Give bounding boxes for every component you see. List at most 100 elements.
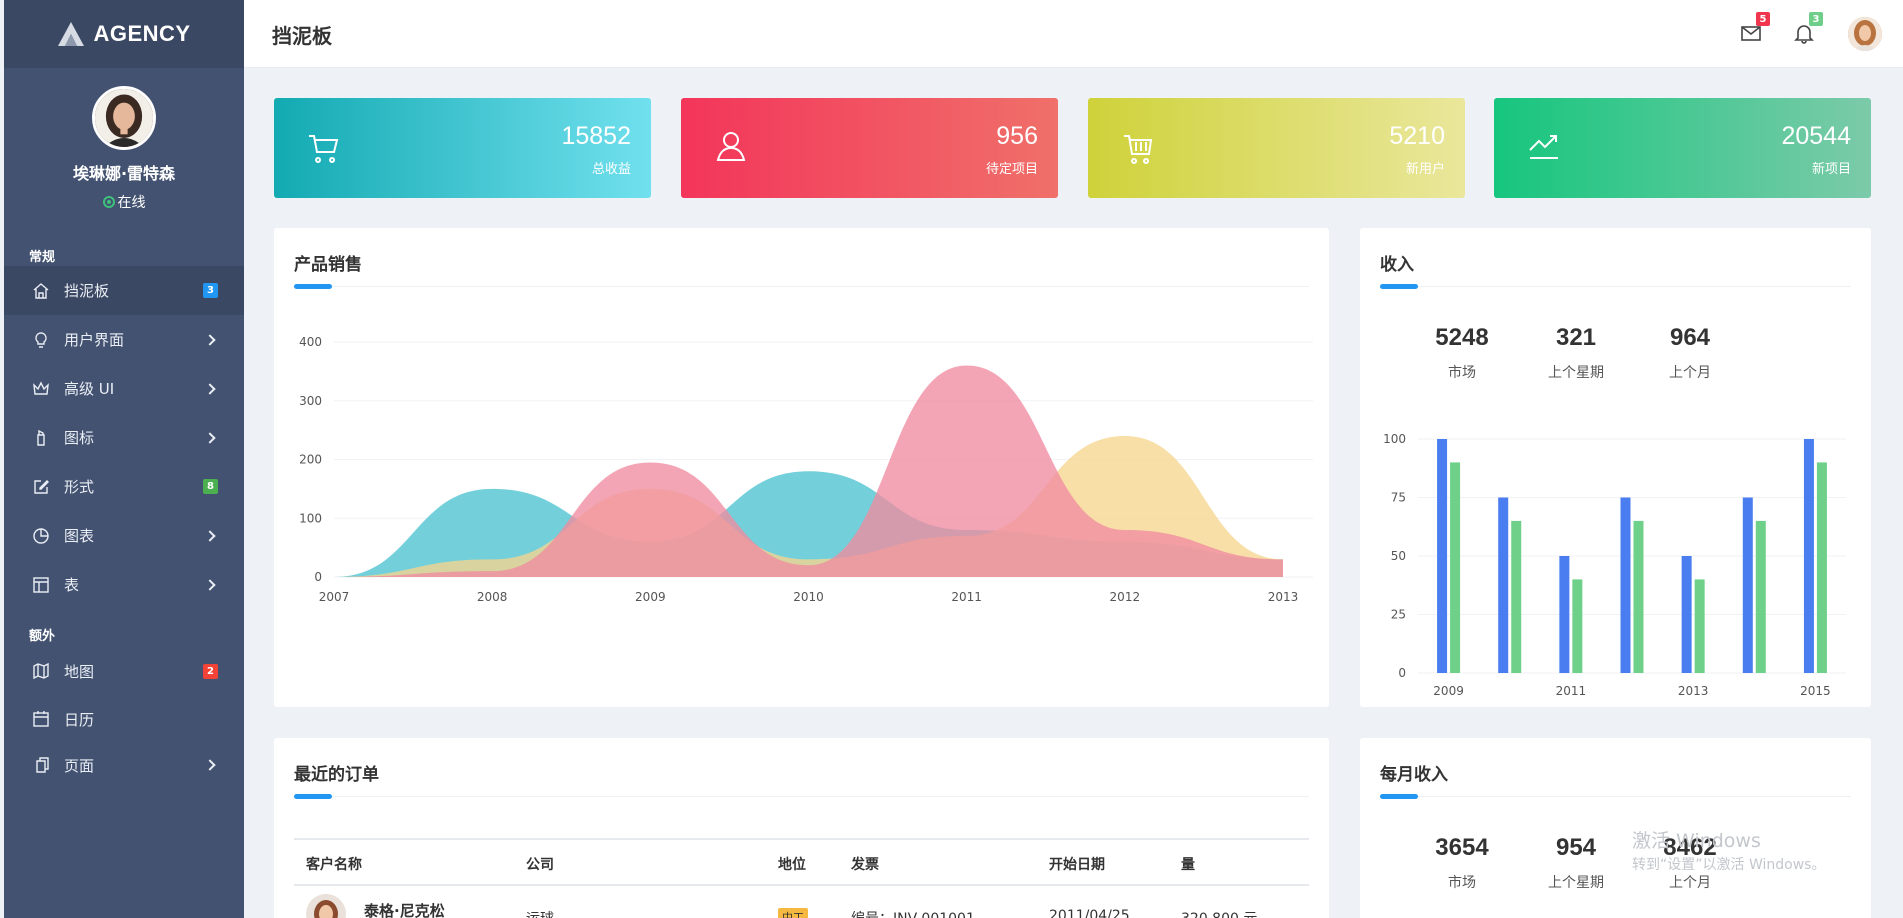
topbar: 挡泥板 5 3	[244, 0, 1903, 68]
sidebar-item-ui[interactable]: 用户界面	[4, 315, 244, 364]
logo-text: AGENCY	[93, 21, 191, 46]
x-tick-label: 2009	[635, 590, 666, 604]
y-tick-label: 50	[1391, 549, 1406, 563]
table-row[interactable]: 泰格·尼克松 运球 中工 编号：INV-001001 2011/04/25 32…	[294, 888, 1309, 918]
chevron-right-icon	[204, 382, 216, 395]
trend-icon	[1529, 135, 1558, 159]
table-icon	[33, 576, 49, 593]
nav-section-general: 常规	[29, 250, 56, 265]
y-tick-label: 400	[299, 335, 322, 349]
customer-name: 泰格·尼克松	[364, 902, 445, 918]
sidebar-item-label: 图表	[64, 527, 95, 545]
customer-avatar	[306, 894, 346, 918]
y-tick-label: 200	[299, 453, 322, 467]
stat-card-revenue[interactable]: 15852 总收益	[274, 98, 651, 198]
sidebar-item-maps[interactable]: 地图 2	[4, 647, 244, 695]
sidebar-item-icons[interactable]: 图标	[4, 413, 244, 462]
logo-icon	[58, 22, 85, 46]
crown-icon	[33, 380, 49, 395]
column-header[interactable]: 发票	[851, 854, 879, 874]
x-tick-label: 2007	[319, 590, 350, 604]
mail-button[interactable]: 5	[1740, 12, 1770, 44]
x-tick-label: 2015	[1800, 684, 1831, 698]
bar	[1559, 556, 1570, 673]
column-header[interactable]: 量	[1181, 854, 1195, 874]
recent-orders-panel: 最近的订单 客户名称 公司 地位 发票 开始日期 量 泰格·尼克松 运球 中工 …	[274, 738, 1329, 918]
profile-name: 埃琳娜·雷特森	[72, 164, 176, 183]
nav-badge: 2	[203, 663, 218, 679]
x-tick-label: 2008	[477, 590, 508, 604]
table-header: 客户名称 公司 地位 发票 开始日期 量	[294, 838, 1309, 886]
y-tick-label: 0	[1398, 666, 1406, 680]
avatar[interactable]	[92, 86, 156, 150]
bar	[1816, 462, 1827, 673]
column-header[interactable]: 地位	[778, 854, 806, 874]
y-tick-label: 100	[299, 511, 322, 525]
bar	[1450, 462, 1461, 673]
stat-card-new-users[interactable]: 5210 新用户	[1088, 98, 1465, 198]
sidebar-item-charts[interactable]: 图表	[4, 511, 244, 560]
bar	[1803, 439, 1814, 673]
sidebar-item-forms[interactable]: 形式 8	[4, 462, 244, 511]
monthly-revenue-panel: 每月收入 3654 市场 954 上个星期 8462 上个月 激活 Window…	[1360, 738, 1871, 918]
home-icon	[33, 282, 49, 299]
sidebar-item-dashboard[interactable]: 挡泥板 3	[4, 266, 244, 315]
product-sales-panel: 产品销售 0 100 200 300 400 2007 2008 2009 2010 2011 20…	[274, 228, 1329, 707]
stat-card-new-projects[interactable]: 20544 新项目	[1494, 98, 1871, 198]
bell-badge: 3	[1809, 12, 1823, 26]
x-tick-label: 2011	[1556, 684, 1587, 698]
kpi-label: 上个星期	[1548, 875, 1604, 891]
revenue-panel: 收入 5248 市场 321 上个星期 964 上个月 0 25 50 75 100 20…	[1360, 228, 1871, 707]
notifications-button[interactable]: 3	[1793, 12, 1823, 44]
stat-label: 新项目	[1811, 162, 1851, 177]
bar	[1437, 439, 1448, 673]
x-tick-label: 2012	[1110, 590, 1141, 604]
column-header[interactable]: 公司	[526, 854, 554, 874]
pie-icon	[33, 527, 49, 544]
x-tick-label: 2009	[1433, 684, 1464, 698]
nav-badge: 3	[203, 283, 218, 298]
y-tick-label: 300	[299, 394, 322, 408]
panel-divider	[1418, 796, 1851, 797]
nav-badge: 8	[203, 479, 218, 494]
company-cell: 运球	[526, 908, 554, 918]
sidebar-item-pages[interactable]: 页面	[4, 743, 244, 787]
kpi-label: 市场	[1448, 875, 1476, 891]
copy-icon	[36, 757, 49, 773]
y-tick-label: 100	[1383, 432, 1406, 446]
status-badge: 中工	[778, 908, 808, 918]
sidebar-item-advanced-ui[interactable]: 高级 UI	[4, 364, 244, 413]
sidebar-item-calendar[interactable]: 日历	[4, 695, 244, 743]
logo[interactable]: AGENCY	[4, 0, 244, 68]
sidebar-item-label: 表	[64, 576, 80, 594]
panel-accent	[294, 794, 332, 799]
column-header[interactable]: 开始日期	[1049, 854, 1105, 874]
start-date-cell: 2011/04/25	[1049, 908, 1130, 918]
calendar-icon	[33, 711, 49, 727]
bar	[1742, 497, 1753, 673]
activation-watermark-text: 转到“设置”以激活 Windows。	[1632, 857, 1826, 873]
panel-title: 每月收入	[1380, 765, 1448, 785]
user-avatar[interactable]	[1848, 17, 1882, 51]
mail-badge: 5	[1756, 12, 1770, 26]
panel-title: 最近的订单	[294, 765, 379, 785]
y-tick-label: 25	[1391, 608, 1406, 622]
sidebar-item-label: 日历	[64, 710, 95, 729]
panel-accent	[1380, 794, 1418, 799]
x-tick-label: 2010	[793, 590, 824, 604]
sidebar-item-tables[interactable]: 表	[4, 560, 244, 609]
y-tick-label: 0	[314, 570, 322, 584]
sidebar-profile: 埃琳娜·雷特森 在线	[4, 68, 244, 224]
y-tick-label: 75	[1391, 491, 1406, 505]
stat-card-pending[interactable]: 956 待定项目	[681, 98, 1058, 198]
pen-icon	[37, 429, 45, 446]
bar	[1755, 520, 1766, 673]
bar	[1572, 579, 1583, 673]
column-header[interactable]: 客户名称	[306, 854, 362, 874]
bulb-icon	[35, 331, 47, 348]
sidebar-item-label: 高级 UI	[64, 380, 115, 398]
chevron-right-icon	[204, 759, 216, 771]
stat-value: 20544	[1781, 122, 1851, 150]
stat-value: 956	[996, 122, 1038, 150]
basket-icon	[1124, 135, 1153, 164]
